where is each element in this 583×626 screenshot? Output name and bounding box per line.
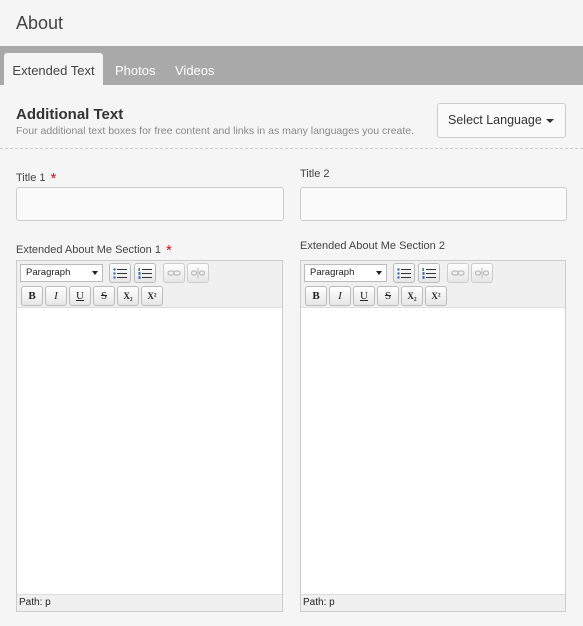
page-title: About xyxy=(16,13,64,33)
superscript-button[interactable]: X² xyxy=(425,286,447,306)
link-icon xyxy=(451,270,465,276)
subscript-button[interactable]: X₂ xyxy=(401,286,423,306)
editor-content-area[interactable] xyxy=(301,308,565,594)
tab-videos[interactable]: Videos xyxy=(175,53,215,85)
editor-toolbar: Paragraph B I U S X₂ X² xyxy=(17,261,282,308)
section2-label: Extended About Me Section 2 xyxy=(300,240,445,252)
tab-photos[interactable]: Photos xyxy=(115,53,155,85)
rich-text-editor-2: Paragraph B I U S X₂ X² Path: p xyxy=(300,260,566,612)
subscript-button[interactable]: X₂ xyxy=(117,286,139,306)
rich-text-editor-1: Paragraph B I U S X₂ X² Path: p xyxy=(16,260,283,612)
section1-label: Extended About Me Section 1 * xyxy=(16,240,172,259)
tab-extended-text[interactable]: Extended Text xyxy=(4,53,103,85)
title2-label: Title 2 xyxy=(300,168,330,180)
numbered-list-icon xyxy=(422,268,436,279)
bullet-list-button[interactable] xyxy=(109,263,131,283)
bold-button[interactable]: B xyxy=(305,286,327,306)
format-select-value: Paragraph xyxy=(310,267,355,278)
bullet-list-icon xyxy=(397,268,411,279)
superscript-button[interactable]: X² xyxy=(141,286,163,306)
editor-path-bar: Path: p xyxy=(17,594,282,611)
editor-toolbar: Paragraph B I U S X₂ X² xyxy=(301,261,565,308)
section-description: Four additional text boxes for free cont… xyxy=(16,125,415,137)
unlink-button[interactable] xyxy=(187,263,209,283)
required-marker: * xyxy=(50,170,57,187)
bold-button[interactable]: B xyxy=(21,286,43,306)
title1-label: Title 1 * xyxy=(16,168,57,187)
strikethrough-button[interactable]: S xyxy=(377,286,399,306)
caret-down-icon xyxy=(546,119,554,123)
bullet-list-button[interactable] xyxy=(393,263,415,283)
underline-button[interactable]: U xyxy=(69,286,91,306)
numbered-list-button[interactable] xyxy=(134,263,156,283)
section1-label-text: Extended About Me Section 1 xyxy=(16,244,161,256)
tab-bar: Extended Text Photos Videos xyxy=(0,46,583,85)
select-language-label: Select Language xyxy=(448,113,542,127)
section2-label-text: Extended About Me Section 2 xyxy=(300,240,445,252)
link-button[interactable] xyxy=(163,263,185,283)
format-select[interactable]: Paragraph xyxy=(20,264,103,282)
select-language-dropdown[interactable]: Select Language xyxy=(437,103,566,138)
underline-button[interactable]: U xyxy=(353,286,375,306)
italic-button[interactable]: I xyxy=(329,286,351,306)
title2-label-text: Title 2 xyxy=(300,168,330,180)
format-select-value: Paragraph xyxy=(26,267,71,278)
title1-label-text: Title 1 xyxy=(16,172,46,184)
unlink-icon xyxy=(191,268,205,278)
link-icon xyxy=(167,270,181,276)
title1-input[interactable] xyxy=(16,187,284,221)
format-select[interactable]: Paragraph xyxy=(304,264,387,282)
editor-content-area[interactable] xyxy=(17,308,282,594)
section-heading: Additional Text xyxy=(16,106,124,123)
title2-input[interactable] xyxy=(300,187,567,221)
dropdown-arrow-icon xyxy=(376,271,382,275)
dropdown-arrow-icon xyxy=(92,271,98,275)
bullet-list-icon xyxy=(113,268,127,279)
unlink-button[interactable] xyxy=(471,263,493,283)
strikethrough-button[interactable]: S xyxy=(93,286,115,306)
divider xyxy=(0,148,583,149)
italic-button[interactable]: I xyxy=(45,286,67,306)
numbered-list-button[interactable] xyxy=(418,263,440,283)
link-button[interactable] xyxy=(447,263,469,283)
editor-path-bar: Path: p xyxy=(301,594,565,611)
required-marker: * xyxy=(165,242,172,259)
unlink-icon xyxy=(475,268,489,278)
numbered-list-icon xyxy=(138,268,152,279)
